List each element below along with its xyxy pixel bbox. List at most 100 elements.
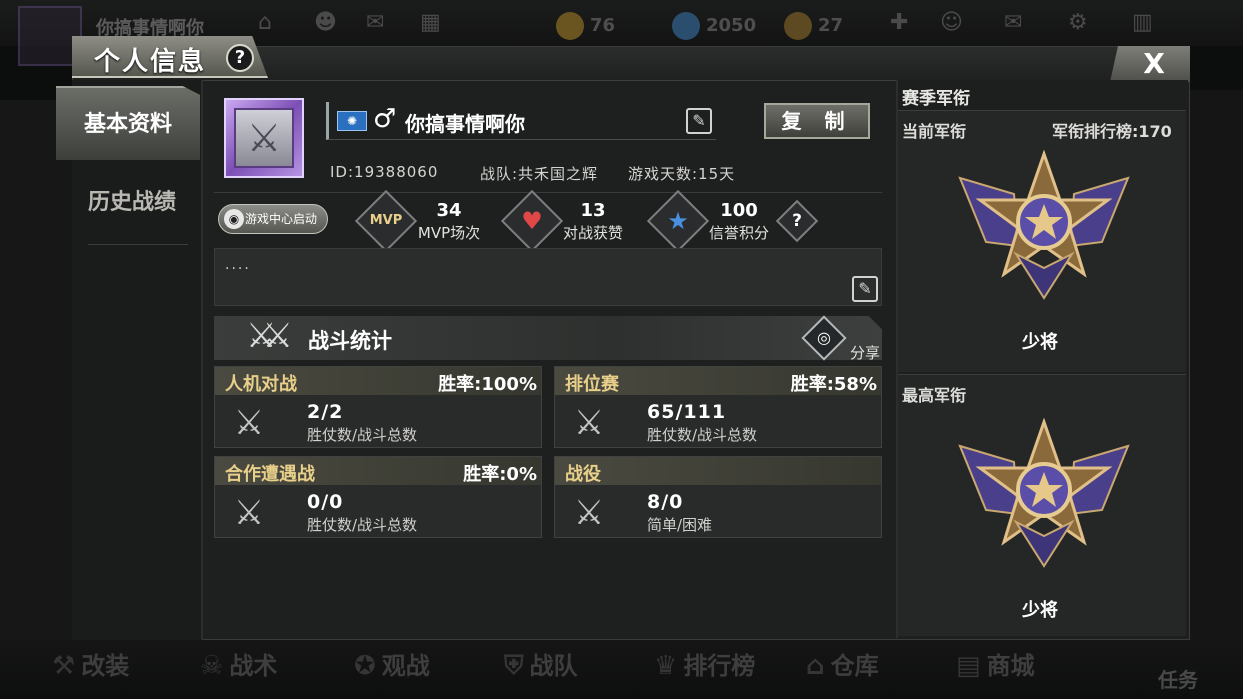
swords-icon: ⚔ bbox=[233, 493, 265, 533]
nav-team: ⛨ 战队 bbox=[504, 646, 578, 682]
ticket-counter: 27 bbox=[784, 12, 843, 40]
wrench-icon: ⚒ bbox=[52, 651, 76, 681]
current-rank-label: 当前军衔 bbox=[902, 122, 967, 141]
avatar-frame[interactable]: ⚔ bbox=[224, 98, 304, 178]
medal-icon bbox=[958, 418, 1130, 568]
rank-board: 军衔排行榜:170 bbox=[1052, 122, 1172, 141]
star-icon: ✪ bbox=[354, 651, 376, 681]
card-ranked: 排位赛 胜率:58% ⚔ 65/111 胜仗数/战斗总数 bbox=[554, 366, 882, 448]
diamond-value: 2050 bbox=[706, 15, 757, 36]
friends-icon: ☺ bbox=[940, 10, 963, 35]
highest-rank-label: 最高军衔 bbox=[902, 386, 967, 405]
male-icon: ♂ bbox=[373, 104, 397, 134]
swords-icon: ⚔ bbox=[573, 403, 605, 443]
sidebar bbox=[72, 80, 202, 640]
mvp-glyph: MVP bbox=[369, 213, 403, 228]
nav-label: 排行榜 bbox=[683, 652, 756, 680]
share-glyph: ◎ bbox=[817, 328, 831, 347]
likes-count: 13 bbox=[580, 200, 606, 221]
nav-tactics: ☠ 战术 bbox=[200, 646, 277, 681]
season-title: 赛季军衔 bbox=[902, 89, 970, 109]
card-subtitle: 胜仗数/战斗总数 bbox=[307, 426, 418, 444]
swords-icon: ⚔ bbox=[233, 403, 265, 443]
title-help-icon[interactable]: ? bbox=[226, 44, 254, 72]
edit-signature-icon[interactable]: ✎ bbox=[852, 276, 878, 302]
medal-icon bbox=[958, 150, 1130, 300]
rifles-icon: ⚔⚔ bbox=[246, 316, 293, 356]
nav-label: 仓库 bbox=[830, 652, 879, 680]
gold-counter: 76 bbox=[556, 12, 615, 40]
card-coop: 合作遭遇战 胜率:0% ⚔ 0/0 胜仗数/战斗总数 bbox=[214, 456, 542, 538]
mvp-count: 34 bbox=[436, 200, 462, 221]
sidebar-divider bbox=[88, 244, 188, 245]
card-header: 排位赛 胜率:58% bbox=[555, 367, 881, 395]
mail-icon: ✉ bbox=[1004, 10, 1023, 35]
nav-leaderboard: ♛ 排行榜 bbox=[654, 646, 755, 681]
card-value: 2/2 bbox=[307, 401, 344, 423]
nav-warehouse: ⌂ 仓库 bbox=[806, 646, 879, 681]
share-label[interactable]: 分享 bbox=[850, 342, 880, 363]
nav-label: 改装 bbox=[81, 652, 130, 680]
tab-basic-info[interactable]: 基本资料 bbox=[56, 86, 200, 160]
ticket-value: 27 bbox=[818, 15, 844, 36]
card-value: 8/0 bbox=[647, 491, 684, 513]
team-name: 战队:共禾国之辉 bbox=[480, 165, 599, 183]
nav-label: 战队 bbox=[529, 652, 578, 680]
nav-spectate: ✪ 观战 bbox=[354, 646, 430, 681]
nav-label: 战术 bbox=[229, 652, 278, 680]
swords-icon: ⚔ bbox=[573, 493, 605, 533]
card-name: 排位赛 bbox=[565, 374, 619, 395]
book-icon: ▥ bbox=[1132, 10, 1153, 35]
battle-stats-title: 战斗统计 bbox=[308, 329, 392, 353]
nav-modify: ⚒ 改装 bbox=[52, 646, 129, 681]
edit-name-icon[interactable]: ✎ bbox=[686, 108, 712, 134]
nav-label: 商城 bbox=[986, 652, 1035, 680]
lobby-bottom-nav: ⚒ 改装 ☠ 战术 ✪ 观战 ⛨ 战队 ♛ 排行榜 ⌂ 仓库 ▤ 商城 bbox=[0, 638, 1243, 699]
card-subtitle: 胜仗数/战斗总数 bbox=[307, 516, 418, 534]
heart-glyph: ♥ bbox=[521, 207, 543, 235]
card-name: 合作遭遇战 bbox=[225, 464, 315, 485]
card-value: 65/111 bbox=[647, 401, 727, 423]
nav-label: 观战 bbox=[381, 652, 430, 680]
divider bbox=[214, 192, 882, 193]
nickname: 你搞事情啊你 bbox=[405, 112, 525, 136]
shop-icon: ▤ bbox=[956, 651, 981, 681]
card-winrate: 胜率:58% bbox=[790, 374, 877, 395]
shield-icon: ⛨ bbox=[504, 651, 524, 681]
plus-icon: ✚ bbox=[890, 10, 909, 35]
game-center-button[interactable]: ◉ 游戏中心启动 bbox=[218, 204, 328, 234]
close-button[interactable]: X bbox=[1110, 46, 1190, 82]
signature-text: .... bbox=[225, 257, 251, 273]
modal-title: 个人信息 bbox=[94, 47, 207, 77]
help-glyph: ? bbox=[792, 211, 802, 231]
card-header: 战役 bbox=[555, 457, 881, 485]
flag-icon: ✺ bbox=[337, 111, 367, 131]
gift-icon: ✉ bbox=[366, 10, 385, 35]
current-rank-name: 少将 bbox=[1022, 332, 1058, 353]
diamond-counter: 2050 bbox=[672, 12, 756, 40]
task-label: 任务 bbox=[1158, 668, 1198, 692]
card-header: 人机对战 胜率:100% bbox=[215, 367, 541, 395]
tab-history[interactable]: 历史战绩 bbox=[60, 166, 204, 240]
content-divider bbox=[201, 80, 203, 640]
home-icon: ⌂ bbox=[258, 10, 272, 35]
character-icon: ☻ bbox=[314, 10, 337, 35]
copy-button[interactable]: 复 制 bbox=[764, 103, 870, 139]
trophy-icon: ♛ bbox=[654, 651, 678, 681]
avatar: ⚔ bbox=[234, 108, 294, 168]
highest-rank-name: 少将 bbox=[1022, 600, 1058, 621]
signature-box[interactable]: .... bbox=[214, 248, 882, 306]
credit-score: 100 bbox=[720, 200, 758, 221]
player-id: ID:19388060 bbox=[330, 163, 439, 181]
card-subtitle: 胜仗数/战斗总数 bbox=[647, 426, 758, 444]
penguin-icon: ◉ bbox=[224, 209, 244, 229]
likes-label: 对战获赞 bbox=[562, 224, 623, 242]
play-days: 游戏天数:15天 bbox=[628, 165, 736, 183]
star-glyph: ★ bbox=[667, 207, 689, 235]
nav-shop: ▤ 商城 bbox=[956, 646, 1035, 681]
game-center-label: 游戏中心启动 bbox=[245, 212, 318, 226]
skull-icon: ☠ bbox=[200, 651, 224, 681]
card-header: 合作遭遇战 胜率:0% bbox=[215, 457, 541, 485]
card-name: 人机对战 bbox=[225, 374, 297, 395]
card-winrate: 胜率:0% bbox=[463, 464, 537, 485]
